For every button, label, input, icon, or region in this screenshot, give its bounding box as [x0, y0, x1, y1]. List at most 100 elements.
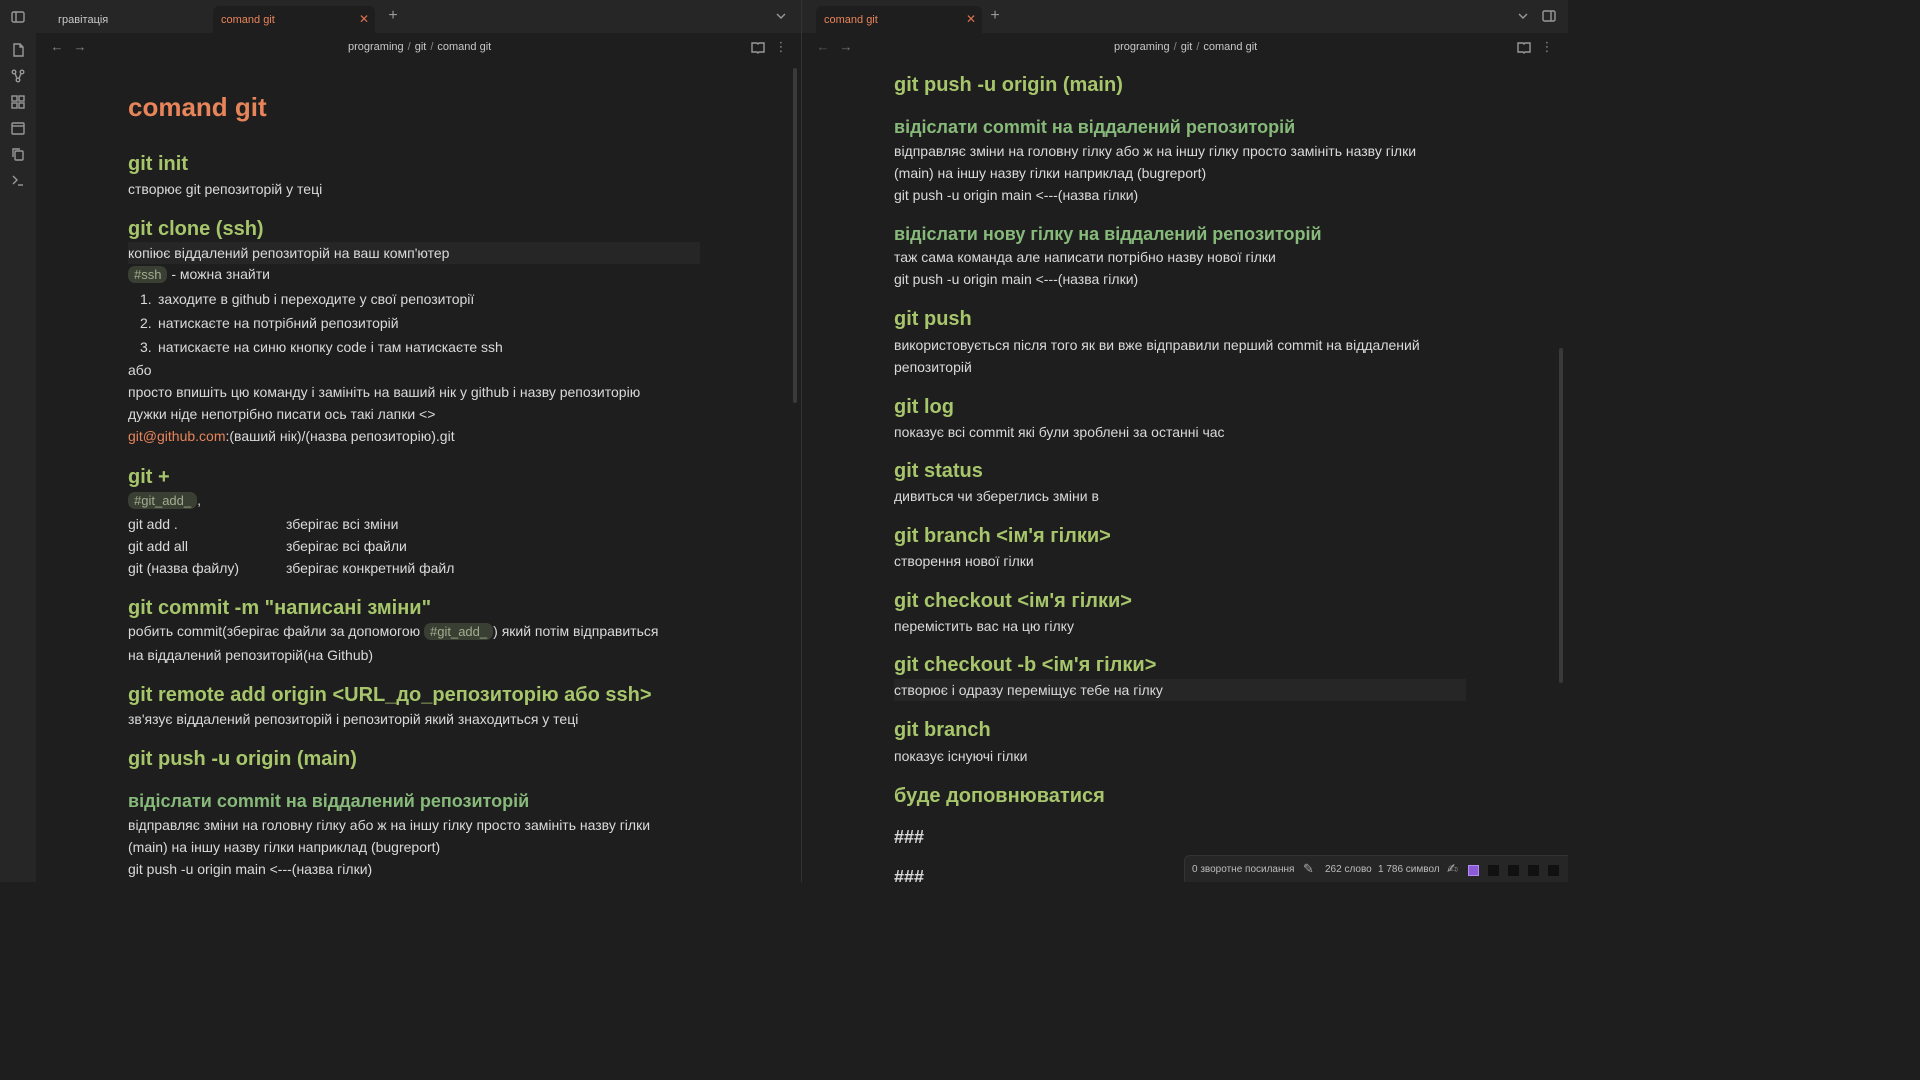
scrollbar[interactable] — [1559, 348, 1563, 683]
breadcrumb: programing / git / comand git — [348, 41, 492, 53]
canvas-icon[interactable] — [10, 94, 26, 110]
black-square-icon[interactable] — [1508, 865, 1519, 876]
paragraph: #ssh - можна знайти — [128, 266, 270, 283]
graph-icon[interactable] — [10, 68, 26, 84]
heading-git-push: git push -u origin (main) — [894, 74, 1123, 96]
back-arrow-icon[interactable]: ← — [50, 40, 64, 54]
paragraph: (main) на іншу назву гілки наприклад (bu… — [128, 839, 441, 855]
tab-bar: гравітація comand git ✕ + — [36, 0, 801, 33]
text: робить commit(зберігає файли за допомого… — [128, 623, 425, 639]
backlinks-count[interactable]: 0 зворотне посилання — [1192, 864, 1294, 875]
heading-git-init: git init — [128, 153, 188, 175]
purple-square-icon[interactable] — [1468, 865, 1479, 876]
tag-git-add[interactable]: #git_add_ — [128, 492, 198, 509]
copy-icon[interactable] — [10, 146, 26, 162]
breadcrumb-item[interactable]: git — [415, 41, 427, 53]
heading-git-checkout-b: git checkout -b <ім'я гілки> — [894, 654, 1157, 676]
cell: git add . — [128, 516, 178, 532]
paragraph: git push -u origin main <---(назва гілки… — [894, 187, 1139, 203]
sidebar-toggle-icon[interactable] — [10, 9, 26, 25]
breadcrumb-item[interactable]: comand git — [1203, 41, 1257, 53]
table-row: git add all зберігає всі файли — [128, 538, 628, 554]
right-pane: comand git ✕ + ← → programing / git / comand… — [802, 0, 1568, 882]
paragraph: показує існуючі гілки — [894, 748, 1028, 764]
black-square-icon[interactable] — [1528, 865, 1539, 876]
tag-ssh[interactable]: #ssh — [128, 266, 168, 283]
heading-to-be-continued: буде доповнюватися — [894, 785, 1105, 807]
black-square-icon[interactable] — [1488, 865, 1499, 876]
paragraph: дивиться чи зберeглись зміни в — [894, 488, 1099, 504]
close-tab-icon[interactable]: ✕ — [359, 12, 369, 26]
paragraph: на віддалений репозиторій(на Github) — [128, 647, 374, 663]
word-count: 262 слово — [1325, 864, 1372, 875]
heading-git-checkout: git checkout <ім'я гілки> — [894, 590, 1132, 612]
breadcrumb-item[interactable]: programing — [348, 41, 404, 53]
close-tab-icon[interactable]: ✕ — [966, 12, 976, 26]
paragraph: просто впишіть цю команду і замініть на … — [128, 384, 641, 400]
terminal-icon[interactable] — [10, 172, 26, 188]
status-bar: 0 зворотне посилання ✎ 262 слово 1 786 с… — [1184, 855, 1568, 882]
text: , — [197, 492, 202, 508]
subheading-send-new-branch: відіслати нову гілку на віддалений репоз… — [894, 224, 1322, 244]
reading-view-icon[interactable] — [751, 40, 765, 54]
left-pane: гравітація comand git ✕ + ← → programing… — [36, 0, 801, 882]
text: - можна знайти — [167, 266, 270, 282]
tab-label: comand git — [824, 13, 878, 26]
heading-git-clone: git clone (ssh) — [128, 218, 264, 240]
chevron-down-icon[interactable] — [774, 9, 788, 23]
paragraph: створення нової гілки — [894, 553, 1034, 569]
heading-git-log: git log — [894, 396, 954, 418]
left-ribbon — [0, 0, 37, 882]
sync-icon[interactable]: ✍ — [1447, 861, 1458, 877]
list-text: натискаєте на потрібний репозиторій — [158, 315, 399, 331]
cell: git (назва файлу) — [128, 560, 240, 576]
calendar-icon[interactable] — [10, 120, 26, 136]
tab-comand-git[interactable]: comand git ✕ — [213, 6, 375, 33]
tab-label: гравітація — [58, 13, 109, 26]
paragraph: створює git репозиторій у теці — [128, 181, 323, 197]
paragraph: створює і одразу переміщує тебе на гілку — [894, 682, 1163, 698]
cell: git add all — [128, 538, 188, 554]
note-title: comand git — [128, 92, 267, 122]
paragraph: таж сама команда але написати потрібно н… — [894, 249, 1276, 265]
more-options-icon[interactable]: ⋮ — [774, 40, 788, 54]
list-item: 3. натискаєте на синю кнопку code і там н… — [140, 339, 503, 355]
paragraph: відправляє зміни на головну гілку або ж … — [894, 143, 1417, 159]
breadcrumb: programing / git / comand git — [1114, 41, 1258, 53]
paragraph: #git_add_, — [128, 492, 201, 509]
paragraph: зв'язує віддалений репозиторій і репозит… — [128, 711, 579, 727]
chevron-down-icon[interactable] — [1516, 9, 1530, 23]
right-sidebar-toggle-icon[interactable] — [1542, 9, 1556, 23]
breadcrumb-item[interactable]: programing — [1114, 41, 1170, 53]
list-text: заходите в github і переходите у свої ре… — [158, 291, 475, 307]
heading-git-plus: git + — [128, 466, 170, 488]
black-square-icon[interactable] — [1548, 865, 1559, 876]
more-options-icon[interactable]: ⋮ — [1540, 40, 1554, 54]
new-tab-icon[interactable]: + — [386, 8, 400, 24]
email-link[interactable]: git@github.com — [128, 428, 225, 444]
heading-git-push: git push -u origin (main) — [128, 748, 357, 770]
cell: зберігає всі файли — [286, 538, 407, 554]
tab-comand-git[interactable]: comand git ✕ — [816, 6, 982, 33]
heading-git-branch-new: git branch <ім'я гілки> — [894, 525, 1111, 547]
scrollbar[interactable] — [793, 68, 797, 403]
reading-view-icon[interactable] — [1517, 40, 1531, 54]
forward-arrow-icon[interactable]: → — [73, 40, 87, 54]
tab-gravitation[interactable]: гравітація — [50, 6, 210, 33]
heading-placeholder: ### — [894, 827, 925, 847]
new-tab-icon[interactable]: + — [988, 8, 1002, 24]
files-icon[interactable] — [10, 42, 26, 58]
paragraph: перемістить вас на цю гілку — [894, 618, 1074, 634]
edit-pencil-icon[interactable]: ✎ — [1303, 861, 1314, 877]
paragraph: репозиторій — [894, 359, 972, 375]
list-item: 1. заходите в github і переходите у свої … — [140, 291, 474, 307]
back-arrow-icon[interactable]: ← — [816, 40, 830, 54]
list-number: 2. — [140, 315, 152, 331]
forward-arrow-icon[interactable]: → — [839, 40, 853, 54]
tag-git-add[interactable]: #git_add_ — [424, 623, 494, 640]
breadcrumb-item[interactable]: git — [1181, 41, 1193, 53]
breadcrumb-item[interactable]: comand git — [437, 41, 491, 53]
tab-label: comand git — [221, 13, 275, 26]
subheading-send-commit: відіслати commit на віддалений репозитор… — [128, 791, 530, 811]
tab-bar: comand git ✕ + — [802, 0, 1568, 33]
